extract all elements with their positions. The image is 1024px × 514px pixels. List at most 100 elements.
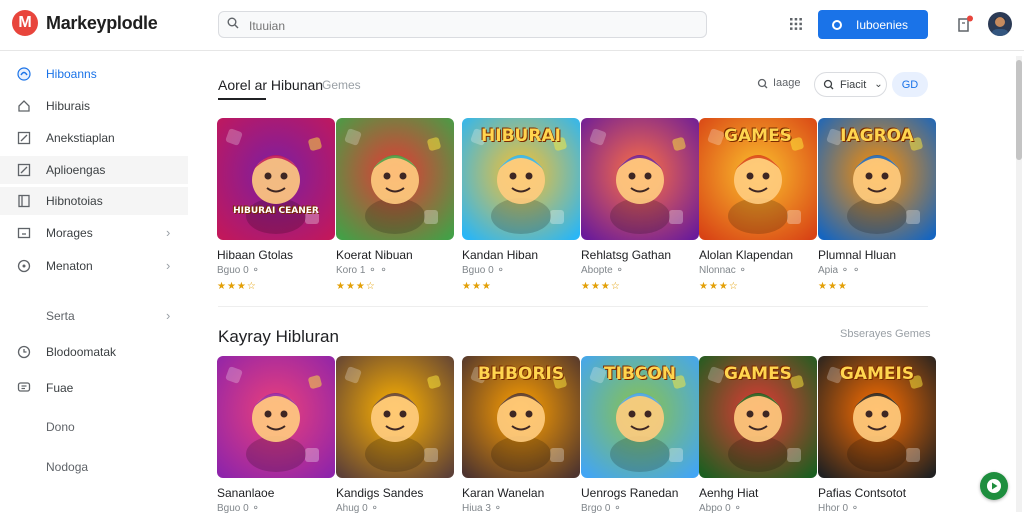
- see-more-link[interactable]: Sbserayes Gemes: [840, 328, 930, 340]
- sidebar-item[interactable]: Fuae: [0, 374, 188, 402]
- logo-letter: M: [18, 14, 32, 31]
- sidebar-item[interactable]: Hiburais: [0, 92, 188, 120]
- sidebar-item-label: Blodoomatak: [46, 345, 117, 359]
- chevron-right-icon: ›: [166, 258, 171, 273]
- game-title[interactable]: Sananlaoe: [217, 486, 274, 500]
- scrollbar-thumb[interactable]: [1016, 60, 1022, 160]
- view-toggle-label: GD: [901, 78, 919, 91]
- search-input[interactable]: [247, 15, 691, 36]
- sidebar-item-label: Hibnotoias: [46, 194, 103, 208]
- game-subtitle: Apia ⚬ ⚬: [818, 265, 861, 276]
- view-toggle-button[interactable]: GD: [892, 72, 928, 97]
- game-title[interactable]: Pafias Contsotot: [818, 486, 906, 500]
- circle-icon: [832, 19, 842, 30]
- sidebar-item[interactable]: Hiboanns: [0, 60, 188, 88]
- notification-icon[interactable]: [957, 15, 973, 33]
- sidebar-item[interactable]: Menaton ›: [0, 252, 188, 280]
- sidebar-item-label: Anekstiaplan: [46, 131, 115, 145]
- game-subtitle: Hhor 0 ⚬: [818, 503, 860, 514]
- pencil-icon: [17, 163, 31, 177]
- sidebar-item-label: Aplioengas: [46, 163, 106, 177]
- section-title[interactable]: Aorel ar Hibunan: [218, 77, 323, 93]
- game-title[interactable]: Alolan Klapendan: [699, 248, 793, 262]
- play-icon: [987, 479, 1001, 493]
- sidebar-item[interactable]: Nodoga: [0, 453, 188, 481]
- game-title[interactable]: Uenrogs Ranedan: [581, 486, 678, 500]
- game-subtitle: Bguo 0 ⚬: [217, 265, 260, 276]
- sidebar-item-label: Dono: [46, 420, 75, 434]
- home-icon: [17, 99, 31, 113]
- game-title[interactable]: Plumnal Hluan: [818, 248, 896, 262]
- rating-stars: ★★★☆: [217, 281, 257, 292]
- rating-stars: ★★★☆: [581, 281, 621, 292]
- play-fab-button[interactable]: [980, 472, 1008, 500]
- tab-secondary[interactable]: Gemes: [322, 78, 361, 92]
- game-subtitle: Abopte ⚬: [581, 265, 624, 276]
- rating-stars: ★★★: [462, 281, 492, 292]
- brand-name[interactable]: Markeyplodle: [46, 13, 158, 34]
- sidebar-item[interactable]: Hibnotoias: [0, 187, 188, 215]
- rating-stars: ★★★☆: [699, 281, 739, 292]
- chevron-right-icon: ›: [166, 225, 171, 240]
- sidebar-item[interactable]: Anekstiaplan: [0, 124, 188, 152]
- game-thumbnail[interactable]: [581, 118, 699, 240]
- game-banner-text: HIBURAI CEANER: [233, 206, 319, 216]
- game-subtitle: Koro 1 ⚬ ⚬: [336, 265, 388, 276]
- game-title[interactable]: Kandan Hiban: [462, 248, 538, 262]
- star-icon: [17, 67, 31, 81]
- game-thumbnail[interactable]: [217, 356, 335, 478]
- game-title[interactable]: Kandigs Sandes: [336, 486, 423, 500]
- sidebar: Hiboanns Hiburais Anekstiaplan Aplioengas Hi…: [0, 56, 188, 512]
- plus-circle-icon: [17, 259, 31, 273]
- game-thumbnail[interactable]: [336, 118, 454, 240]
- game-subtitle: Brgo 0 ⚬: [581, 503, 622, 514]
- primary-action-button[interactable]: Iuboenies: [818, 10, 928, 39]
- game-banner-text: GAMES: [724, 364, 792, 384]
- game-thumbnail[interactable]: [217, 118, 335, 240]
- box-icon: [17, 226, 31, 240]
- sidebar-item[interactable]: Serta ›: [0, 302, 188, 330]
- avatar[interactable]: [988, 12, 1012, 36]
- filter-label: Iaage: [773, 77, 801, 89]
- sidebar-item-label: Nodoga: [46, 460, 89, 474]
- sidebar-item[interactable]: Dono: [0, 413, 188, 441]
- game-subtitle: Hiua 3 ⚬: [462, 503, 503, 514]
- game-thumbnail[interactable]: [336, 356, 454, 478]
- sort-dropdown[interactable]: Fiacit ⌄: [814, 72, 887, 97]
- game-title[interactable]: Hibaan Gtolas: [217, 248, 293, 262]
- game-title[interactable]: Rehlatsg Gathan: [581, 248, 671, 262]
- apps-grid-icon[interactable]: [789, 17, 803, 31]
- game-title[interactable]: Koerat Nibuan: [336, 248, 413, 262]
- filter-control[interactable]: Iaage: [757, 77, 801, 89]
- filter-icon: [757, 78, 768, 88]
- game-title[interactable]: Aenhg Hiat: [699, 486, 758, 500]
- rating-stars: ★★★: [818, 281, 848, 292]
- divider: [218, 306, 928, 307]
- game-subtitle: Bguo 0 ⚬: [462, 265, 505, 276]
- game-banner-text: GAMES: [724, 126, 792, 146]
- chevron-right-icon: ›: [166, 308, 171, 323]
- search-bar[interactable]: [218, 11, 707, 38]
- game-banner-text: HIBURAI: [481, 126, 561, 146]
- search-icon: [823, 79, 834, 90]
- game-banner-text: TIBCON: [603, 364, 677, 384]
- sidebar-item-label: Fuae: [46, 381, 74, 395]
- game-subtitle: Nlonnac ⚬: [699, 265, 747, 276]
- active-tab-indicator: [218, 98, 266, 100]
- clock-icon: [17, 345, 31, 359]
- game-banner-text: BHBORIS: [477, 364, 565, 384]
- sidebar-item-label: Serta: [46, 309, 75, 323]
- chevron-down-icon: ⌄: [874, 79, 883, 90]
- game-title[interactable]: Karan Wanelan: [462, 486, 544, 500]
- book-icon: [17, 194, 31, 208]
- game-banner-text: IAGROA: [840, 126, 914, 146]
- sidebar-item[interactable]: Aplioengas: [0, 156, 188, 184]
- sidebar-item[interactable]: Blodoomatak: [0, 338, 188, 366]
- sidebar-item[interactable]: Morages ›: [0, 219, 188, 247]
- sort-dropdown-label: Fiacit: [840, 78, 867, 91]
- game-subtitle: Abpo 0 ⚬: [699, 503, 742, 514]
- game-banner-text: GAMEIS: [839, 364, 915, 384]
- section2-title: Kayray Hibluran: [218, 327, 339, 346]
- rating-stars: ★★★☆: [336, 281, 376, 292]
- logo[interactable]: M: [12, 10, 38, 36]
